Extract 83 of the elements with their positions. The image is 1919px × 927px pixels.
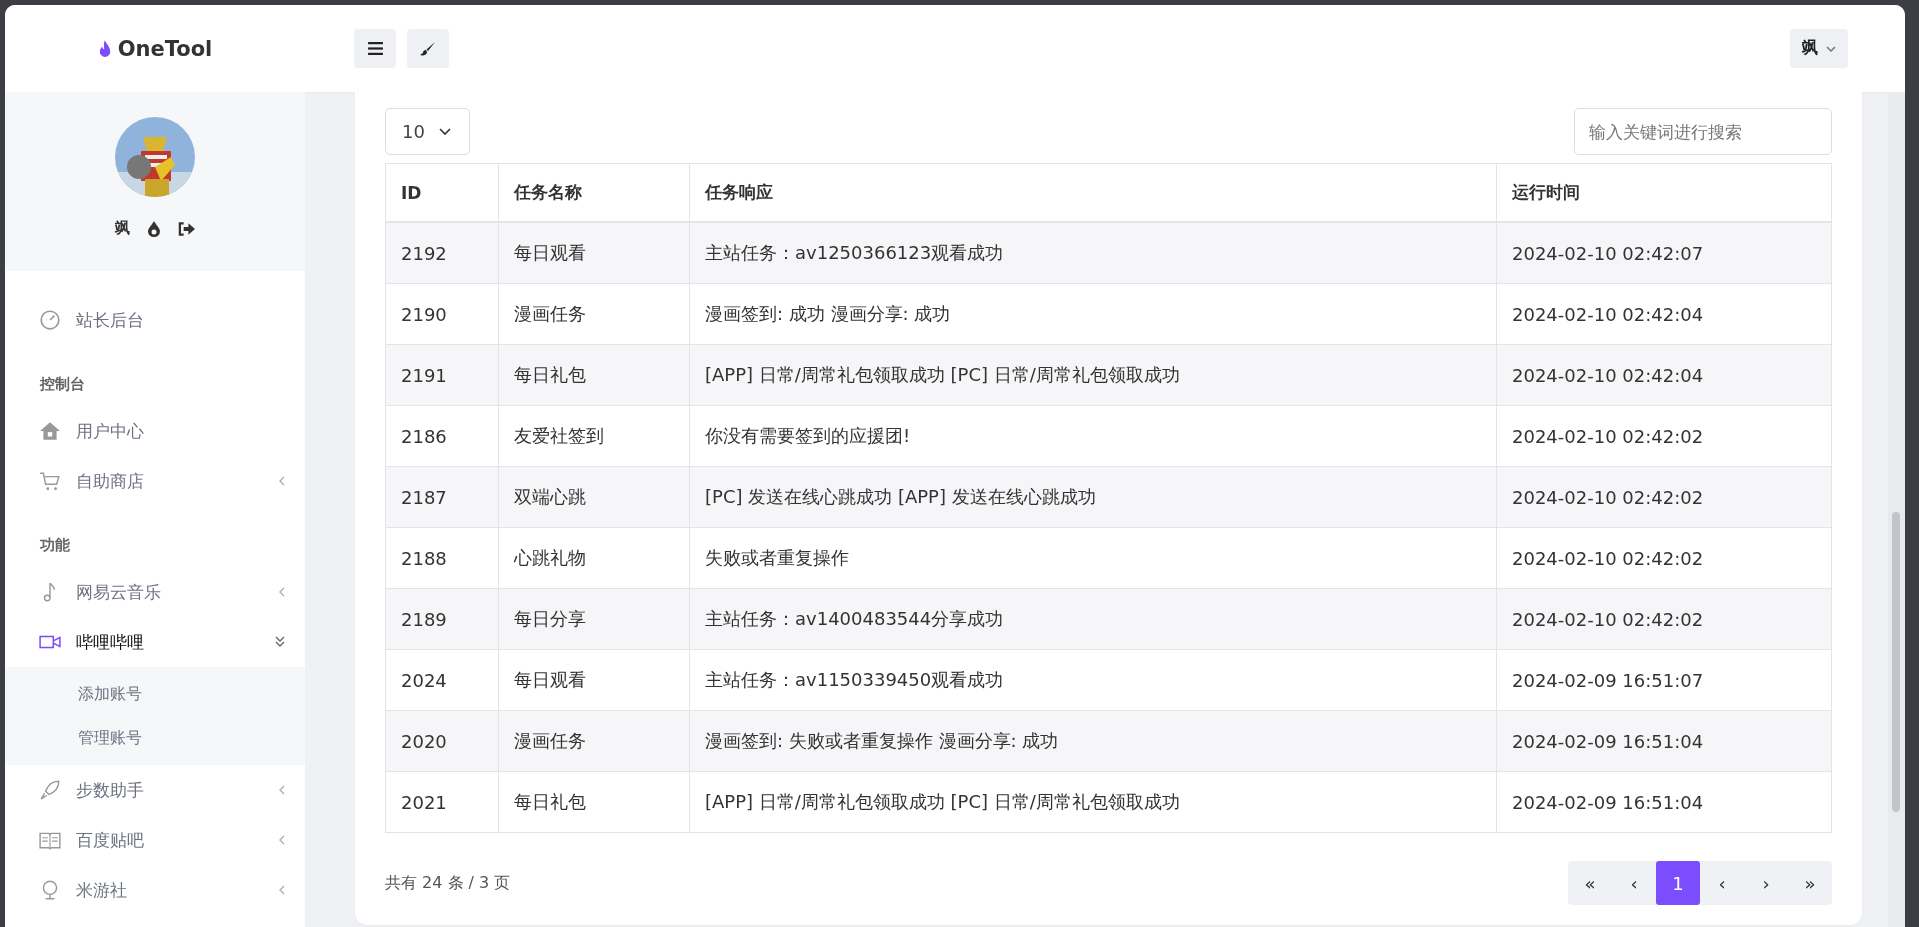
menu-icon (367, 42, 383, 55)
table-cell: 双端心跳 (498, 466, 690, 528)
profile-name: 飒 (115, 219, 130, 238)
page-button[interactable]: » (1788, 861, 1832, 905)
nav-item[interactable]: 米游社 (5, 865, 305, 915)
chevron-left-icon (279, 476, 285, 486)
page-button[interactable]: « (1568, 861, 1612, 905)
nav-item[interactable]: 网易云音乐 (5, 567, 305, 617)
table-cell: 2024-02-10 02:42:07 (1496, 222, 1832, 284)
section-heading: 控制台 (39, 374, 86, 395)
table-cell: 漫画签到: 成功 漫画分享: 成功 (689, 283, 1497, 345)
nav-item[interactable]: 步数助手 (5, 765, 305, 815)
nav-item[interactable]: 站长后台 (5, 295, 305, 345)
page-button[interactable]: 1 (1656, 861, 1700, 905)
table-cell: 2024-02-10 02:42:04 (1496, 283, 1832, 345)
table-cell: [APP] 日常/周常礼包领取成功 [PC] 日常/周常礼包领取成功 (689, 771, 1497, 833)
table-cell: 2189 (385, 588, 499, 650)
page-button[interactable]: ‹ (1700, 861, 1744, 905)
table-cell: 每日礼包 (498, 344, 690, 406)
chevron-left-icon (279, 885, 285, 895)
table-cell: 每日分享 (498, 588, 690, 650)
table-cell: [APP] 日常/周常礼包领取成功 [PC] 日常/周常礼包领取成功 (689, 344, 1497, 406)
table-cell: 2021 (385, 771, 499, 833)
chevron-left-icon (279, 785, 285, 795)
page-button[interactable]: ‹ (1612, 861, 1656, 905)
table-cell: 漫画任务 (498, 283, 690, 345)
logout-icon[interactable] (178, 221, 195, 236)
table-cell: 2192 (385, 222, 499, 284)
table-cell: 2024-02-09 16:51:04 (1496, 710, 1832, 772)
chevron-left-icon (279, 835, 285, 845)
table-cell: 失败或者重复操作 (689, 527, 1497, 589)
table-cell: 2188 (385, 527, 499, 589)
table-cell: 2024 (385, 649, 499, 711)
home-icon (39, 420, 61, 442)
table-cell: 你没有需要签到的应援团! (689, 405, 1497, 467)
chevron-down-icon (438, 127, 451, 136)
table-cell: 2186 (385, 405, 499, 467)
table-cell: [PC] 发送在线心跳成功 [APP] 发送在线心跳成功 (689, 466, 1497, 528)
nav-item[interactable]: 用户中心 (5, 406, 305, 456)
table-cell: 漫画签到: 失败或者重复操作 漫画分享: 成功 (689, 710, 1497, 772)
cart-icon (39, 470, 61, 492)
table-cell: 主站任务：av1250366123观看成功 (689, 222, 1497, 284)
nav-item[interactable]: 百度贴吧 (5, 815, 305, 865)
menu-button[interactable] (354, 29, 396, 68)
section-heading: 功能 (39, 535, 71, 556)
table-cell: 2024-02-10 02:42:02 (1496, 405, 1832, 467)
submenu-item[interactable]: 添加账号 (5, 672, 305, 716)
table-cell: 2187 (385, 466, 499, 528)
table-cell: 2024-02-10 02:42:02 (1496, 527, 1832, 589)
nav-item[interactable]: 哔哩哔哩 (5, 617, 305, 667)
table-cell: 每日礼包 (498, 771, 690, 833)
table-cell: 2191 (385, 344, 499, 406)
user-menu-button[interactable]: 飒 (1790, 29, 1848, 68)
brand-name: OneTool (117, 36, 213, 61)
rocket-icon (39, 779, 61, 801)
page-button[interactable]: › (1744, 861, 1788, 905)
chevron-down-icon (1826, 45, 1836, 52)
table-cell: 2024-02-10 02:42:04 (1496, 344, 1832, 406)
double-chevron-down-icon (275, 636, 285, 648)
brush-icon (420, 40, 436, 57)
table-cell: 2024-02-09 16:51:07 (1496, 649, 1832, 711)
table-cell: 友爱社签到 (498, 405, 690, 467)
table-cell: 2024-02-10 02:42:02 (1496, 588, 1832, 650)
search-field[interactable]: 输入关键词进行搜索 (1574, 108, 1832, 155)
scrollbar-thumb[interactable] (1892, 512, 1900, 812)
table-cell: 2190 (385, 283, 499, 345)
table-cell: 心跳礼物 (498, 527, 690, 589)
submenu-item[interactable]: 管理账号 (5, 716, 305, 760)
table-cell: 主站任务：av1400483544分享成功 (689, 588, 1497, 650)
table-cell: 2024-02-10 02:42:02 (1496, 466, 1832, 528)
page-size-select[interactable]: 10 (385, 108, 470, 155)
record-summary: 共有 24 条 / 3 页 (385, 872, 511, 894)
gauge-icon (39, 309, 61, 331)
drop-icon[interactable] (148, 220, 160, 237)
table-cell: 漫画任务 (498, 710, 690, 772)
table-cell: 主站任务：av1150339450观看成功 (689, 649, 1497, 711)
nav-item[interactable]: 自助商店 (5, 456, 305, 506)
table-cell: 2020 (385, 710, 499, 772)
table-cell: 每日观看 (498, 222, 690, 284)
table-cell: 2024-02-09 16:51:04 (1496, 771, 1832, 833)
chevron-left-icon (279, 587, 285, 597)
table-cell: 每日观看 (498, 649, 690, 711)
flame-icon (97, 39, 112, 58)
